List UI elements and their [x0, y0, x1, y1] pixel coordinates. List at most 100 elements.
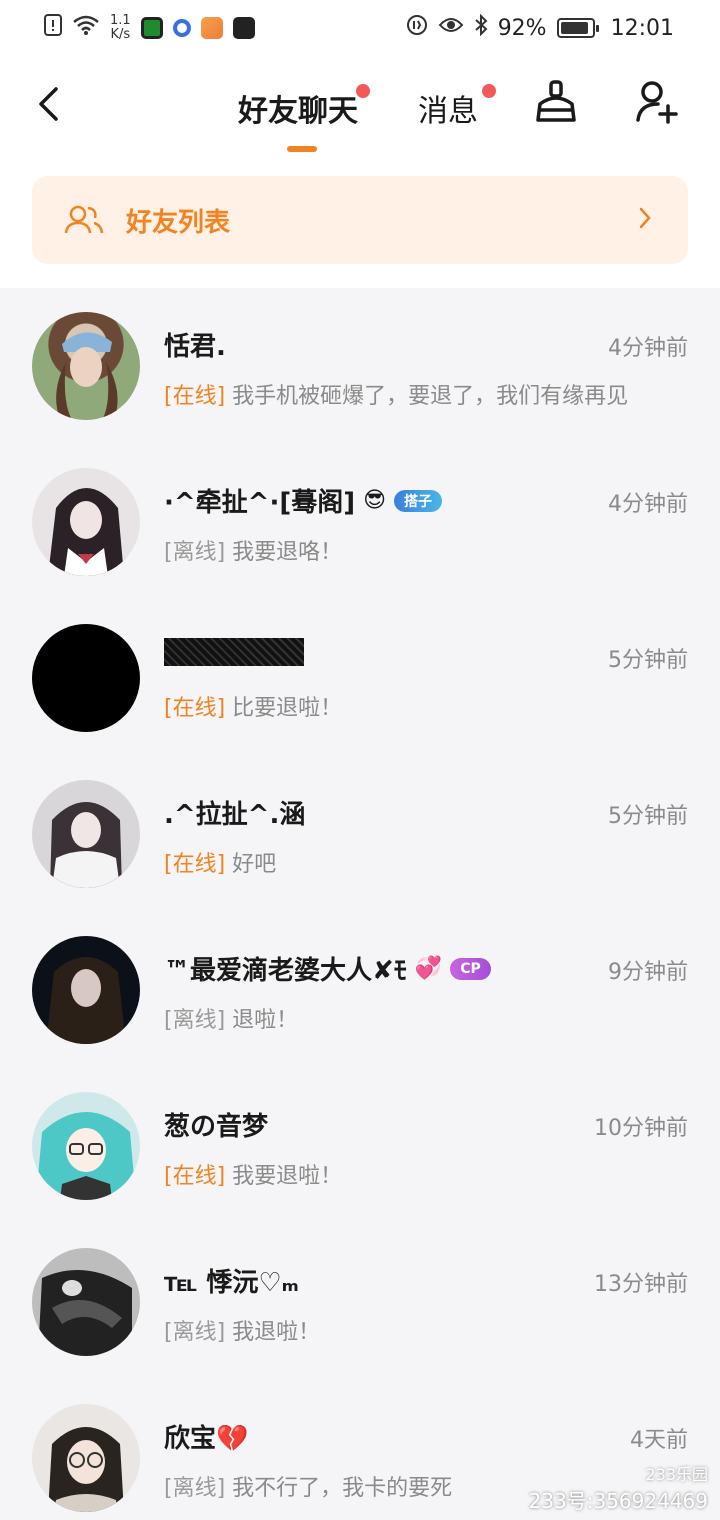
chevron-right-icon: [639, 207, 651, 229]
network-speed-unit: K/s: [110, 27, 131, 42]
contact-name-text: .^拉扯^.涵: [164, 800, 306, 830]
chat-item[interactable]: ·^牵扯^·[蓦阁] 😎 搭子 4分钟前 [离线] 我要退咯！: [0, 444, 720, 600]
watermark: 233乐园 233号:356924469: [529, 1461, 708, 1514]
avatar[interactable]: [32, 1248, 140, 1356]
contact-name: ·^牵扯^·[蓦阁] 😎 搭子: [164, 482, 443, 519]
relationship-badge: CP: [450, 957, 491, 980]
app-notification-icon: [200, 17, 223, 39]
message-text: 我不行了，我卡的要死: [232, 1476, 453, 1501]
contact-name: ™最爱滴老婆大人✘ﾓ 💞 CP: [164, 950, 491, 987]
eye-comfort-icon: [438, 15, 464, 41]
app-notification-icon: [232, 17, 255, 39]
wifi-icon: [72, 14, 100, 42]
offline-status: [离线]: [164, 1476, 226, 1501]
message-preview: [离线] 我不行了，我卡的要死: [164, 1470, 452, 1502]
contact-name-text: 葱の音梦: [164, 1112, 269, 1142]
chat-time: 5分钟前: [608, 648, 688, 673]
avatar[interactable]: [32, 468, 140, 576]
message-text: 我退啦！: [232, 1320, 321, 1345]
watermark-id: 233号:356924469: [528, 1489, 708, 1513]
chat-time: 9分钟前: [608, 960, 688, 985]
message-preview: [在线] 我要退啦！: [164, 1158, 342, 1190]
add-friend-icon: [636, 81, 678, 124]
friend-list-label: 好友列表: [126, 207, 231, 238]
online-status: [在线]: [164, 1164, 226, 1189]
chat-item[interactable]: 5分钟前 [在线] 比要退啦！: [0, 600, 720, 756]
avatar[interactable]: [32, 1404, 140, 1512]
sunglasses-emoji-icon: 😎: [363, 488, 387, 513]
battery-level: [560, 22, 589, 34]
chat-list: 恬君. 4分钟前 [在线] 我手机被砸爆了，要退了，我们有缘再见 ·^牵扯^·[…: [0, 288, 720, 1520]
chat-item[interactable]: 恬君. 4分钟前 [在线] 我手机被砸爆了，要退了，我们有缘再见: [0, 288, 720, 444]
contact-name-text: 欣宝💔: [164, 1424, 249, 1454]
chat-item[interactable]: ™最爱滴老婆大人✘ﾓ 💞 CP 9分钟前 [离线] 退啦！: [0, 912, 720, 1068]
tab-messages[interactable]: 消息: [418, 84, 496, 130]
chat-item[interactable]: ℡ 悸沅♡ₘ 13分钟前 [离线] 我退啦！: [0, 1224, 720, 1380]
tab-label: 好友聊天: [238, 94, 358, 129]
contact-name-text: ℡ 悸沅♡ₘ: [164, 1268, 299, 1298]
chat-item[interactable]: .^拉扯^.涵 5分钟前 [在线] 好吧: [0, 756, 720, 912]
add-friend-button[interactable]: [634, 78, 682, 126]
watermark-logo: 233乐园: [645, 1465, 708, 1484]
message-text: 好吧: [232, 852, 277, 877]
avatar[interactable]: [32, 780, 140, 888]
clean-button[interactable]: [532, 78, 580, 126]
message-text: 我要退咯！: [232, 540, 343, 565]
contact-name-text: 恬君.: [164, 332, 226, 362]
friend-list-entry[interactable]: 好友列表: [32, 176, 688, 264]
avatar[interactable]: [32, 312, 140, 420]
avatar[interactable]: [32, 1092, 140, 1200]
message-preview: [离线] 退啦！: [164, 1002, 298, 1034]
battery-percent: 92%: [497, 15, 547, 41]
status-bar-right: 92% 12:01: [406, 13, 674, 42]
app-notification-icon: [140, 17, 163, 39]
chat-time: 4分钟前: [608, 336, 688, 361]
online-status: [在线]: [164, 384, 226, 409]
offline-status: [离线]: [164, 1008, 226, 1033]
network-speed: 1.1 K/s: [110, 14, 131, 42]
unread-dot: [356, 84, 370, 98]
avatar[interactable]: [32, 624, 140, 732]
message-text: 比要退啦！: [232, 696, 343, 721]
header: 好友聊天 消息 好友列表: [0, 56, 720, 288]
offline-status: [离线]: [164, 1320, 226, 1345]
chat-time: 4天前: [630, 1428, 688, 1453]
back-button[interactable]: [28, 82, 68, 126]
online-status: [在线]: [164, 852, 226, 877]
message-text: 我要退啦！: [232, 1164, 343, 1189]
message-preview: [在线] 比要退啦！: [164, 690, 342, 722]
online-status: [在线]: [164, 696, 226, 721]
network-speed-value: 1.1: [110, 13, 131, 28]
contact-name: ℡ 悸沅♡ₘ: [164, 1262, 299, 1299]
message-preview: [离线] 我退啦！: [164, 1314, 320, 1346]
message-text: 我手机被砸爆了，要退了，我们有缘再见: [232, 384, 629, 409]
tab-label: 消息: [418, 94, 478, 129]
status-bar: 1.1 K/s 92% 12:01: [0, 0, 720, 56]
clean-broom-icon: [536, 80, 576, 122]
battery-icon: [556, 18, 599, 38]
message-preview: [在线] 我手机被砸爆了，要退了，我们有缘再见: [164, 378, 628, 410]
status-bar-left: 1.1 K/s: [44, 14, 255, 42]
chat-time: 13分钟前: [594, 1272, 688, 1297]
tab-friend-chat[interactable]: 好友聊天: [238, 84, 370, 130]
contact-name-text: ·^牵扯^·[蓦阁]: [164, 488, 356, 518]
chat-item[interactable]: 葱の音梦 10分钟前 [在线] 我要退啦！: [0, 1068, 720, 1224]
winged-heart-icon: 💞: [414, 956, 443, 981]
contact-name: 恬君.: [164, 326, 226, 363]
friends-icon: [64, 205, 104, 234]
data-saver-icon: [406, 14, 428, 42]
contact-name: 欣宝💔: [164, 1418, 248, 1455]
offline-status: [离线]: [164, 540, 226, 565]
chat-time: 4分钟前: [608, 492, 688, 517]
contact-name: 葱の音梦: [164, 1106, 268, 1143]
unread-dot: [482, 84, 496, 98]
avatar[interactable]: [32, 936, 140, 1044]
message-text: 退啦！: [232, 1008, 299, 1033]
app-notification-icon: [172, 19, 191, 37]
back-arrow-icon: [39, 87, 58, 121]
sim-icon: [44, 14, 62, 42]
bluetooth-icon: [474, 13, 488, 42]
tab-indicator: [287, 146, 317, 152]
redacted-name: [164, 638, 304, 666]
relationship-badge: 搭子: [394, 489, 443, 512]
